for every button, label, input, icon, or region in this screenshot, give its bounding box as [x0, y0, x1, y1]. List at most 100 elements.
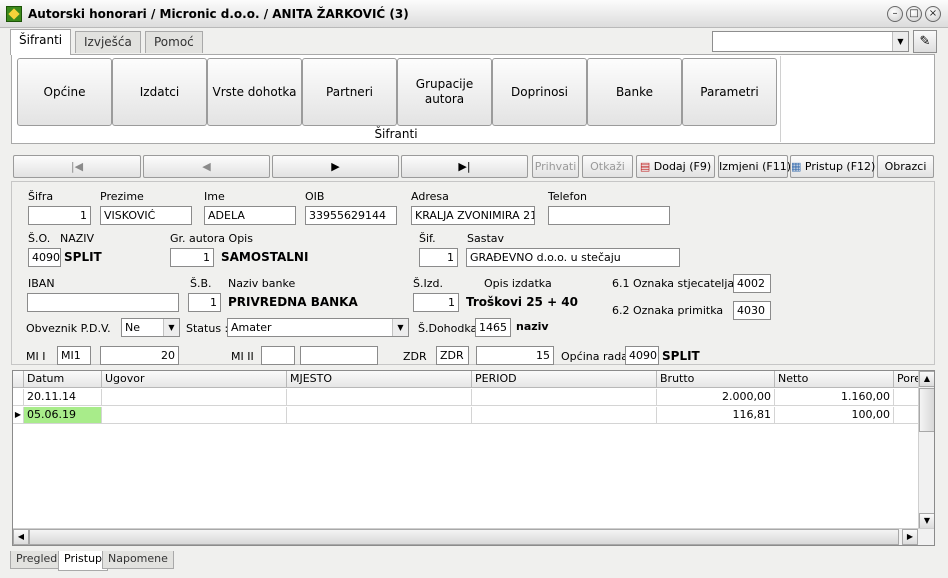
- sif-field[interactable]: 1: [419, 248, 458, 267]
- vertical-scroll-thumb[interactable]: [919, 388, 934, 432]
- status-value: Amater: [231, 321, 272, 334]
- first-record-button[interactable]: |◀: [13, 155, 141, 178]
- opcina-rada-field[interactable]: 4090: [625, 346, 659, 365]
- obrazci-button[interactable]: Obrazci: [877, 155, 934, 178]
- iban-label: IBAN: [28, 277, 55, 290]
- honorari-grid[interactable]: Datum Ugovor MJESTO PERIOD Brutto Netto …: [12, 370, 935, 546]
- pin-icon[interactable]: ✎: [913, 30, 937, 53]
- table-row-mjesto[interactable]: [287, 407, 472, 424]
- column-header-period[interactable]: PERIOD: [472, 371, 657, 388]
- sdohodka-field[interactable]: 1465: [475, 318, 511, 337]
- sdohodka-naziv: naziv: [516, 320, 549, 333]
- column-header-netto[interactable]: Netto: [775, 371, 894, 388]
- telefon-field[interactable]: [548, 206, 670, 225]
- gr-autora-opis: SAMOSTALNI: [221, 250, 309, 264]
- scroll-right-icon[interactable]: ▶: [902, 529, 918, 545]
- table-row-datum[interactable]: 20.11.14: [24, 389, 102, 406]
- sdohodka-label: Š.Dohodka: [418, 322, 478, 335]
- prezime-field[interactable]: VISKOVIĆ: [100, 206, 192, 225]
- vertical-scrollbar[interactable]: ▲ ▼: [918, 371, 934, 529]
- oib-field[interactable]: 33955629144: [305, 206, 397, 225]
- chevron-down-icon[interactable]: ▼: [163, 319, 179, 336]
- current-row-icon: ▶: [13, 407, 24, 424]
- sifra-field[interactable]: 1: [28, 206, 91, 225]
- mi1-value-field[interactable]: 20: [100, 346, 179, 365]
- column-header-brutto[interactable]: Brutto: [657, 371, 775, 388]
- grupacije-autora-button[interactable]: Grupacije autora: [397, 58, 492, 126]
- doprinosi-button[interactable]: Doprinosi: [492, 58, 587, 126]
- naziv-banke: PRIVREDNA BANKA: [228, 295, 358, 309]
- tab-napomene[interactable]: Napomene: [102, 551, 174, 569]
- table-row-porez[interactable]: [894, 407, 919, 424]
- iban-field[interactable]: [27, 293, 179, 312]
- tab-izvjesca[interactable]: Izvješća: [75, 31, 141, 53]
- mi2-value-field[interactable]: [300, 346, 378, 365]
- table-row-netto[interactable]: 1.160,00: [775, 389, 894, 406]
- so-label: Š.O.: [28, 232, 51, 245]
- sastav-field[interactable]: GRAĐEVNO d.o.o. u stečaju: [466, 248, 680, 267]
- zdr-code-field[interactable]: ZDR: [436, 346, 469, 365]
- column-header-mjesto[interactable]: MJESTO: [287, 371, 472, 388]
- adresa-field[interactable]: KRALJA ZVONIMIRA 21: [411, 206, 535, 225]
- parametri-button[interactable]: Parametri: [682, 58, 777, 126]
- tab-pristup[interactable]: Pristup: [58, 551, 109, 571]
- mi2-code-field[interactable]: [261, 346, 295, 365]
- table-row-ugovor[interactable]: [102, 389, 287, 406]
- table-row-mjesto[interactable]: [287, 389, 472, 406]
- maximize-icon[interactable]: □: [906, 6, 922, 22]
- banke-button[interactable]: Banke: [587, 58, 682, 126]
- scroll-down-icon[interactable]: ▼: [919, 513, 934, 529]
- table-row-brutto[interactable]: 2.000,00: [657, 389, 775, 406]
- opcine-button[interactable]: Općine: [17, 58, 112, 126]
- oznaka-primitka-field[interactable]: 4030: [733, 301, 771, 320]
- dodaj-button[interactable]: ▤ Dodaj (F9): [636, 155, 715, 178]
- ime-field[interactable]: ADELA: [204, 206, 296, 225]
- otkazi-button[interactable]: Otkaži: [582, 155, 633, 178]
- table-row-ugovor[interactable]: [102, 407, 287, 424]
- partneri-button[interactable]: Partneri: [302, 58, 397, 126]
- tab-sifranti[interactable]: Šifranti: [10, 29, 72, 55]
- tab-pregled[interactable]: Pregled: [10, 551, 64, 569]
- obveznik-pdv-select[interactable]: Ne ▼: [121, 318, 180, 337]
- scroll-left-icon[interactable]: ◀: [13, 529, 29, 545]
- tab-pomoc[interactable]: Pomoć: [145, 31, 203, 53]
- vrste-dohotka-button[interactable]: Vrste dohotka: [207, 58, 302, 126]
- next-record-button[interactable]: ▶: [272, 155, 399, 178]
- chevron-down-icon[interactable]: ▼: [892, 32, 908, 51]
- minimize-icon[interactable]: –: [887, 6, 903, 22]
- oznaka-stjecatelja-field[interactable]: 4002: [733, 274, 771, 293]
- table-row-porez[interactable]: [894, 389, 919, 406]
- izdatci-button[interactable]: Izdatci: [112, 58, 207, 126]
- horizontal-scroll-thumb[interactable]: [29, 529, 899, 545]
- ime-label: Ime: [204, 190, 225, 203]
- sizd-field[interactable]: 1: [413, 293, 459, 312]
- horizontal-scrollbar[interactable]: ◀ ▶: [13, 528, 934, 545]
- column-header-porez[interactable]: Porez: [894, 371, 919, 388]
- prihvati-button[interactable]: Prihvati: [532, 155, 579, 178]
- prev-record-button[interactable]: ◀: [143, 155, 270, 178]
- quick-search-combo[interactable]: ▼: [712, 31, 909, 52]
- close-icon[interactable]: ×: [925, 6, 941, 22]
- mi1-code-field[interactable]: MI1: [57, 346, 91, 365]
- table-row-datum[interactable]: 05.06.19: [24, 407, 102, 424]
- column-header-ugovor[interactable]: Ugovor: [102, 371, 287, 388]
- gr-autora-field[interactable]: 1: [170, 248, 214, 267]
- sastav-label: Sastav: [467, 232, 505, 245]
- last-record-button[interactable]: ▶|: [401, 155, 528, 178]
- izmjeni-button[interactable]: Izmjeni (F11): [718, 155, 791, 178]
- column-header-datum[interactable]: Datum: [24, 371, 102, 388]
- status-select[interactable]: Amater ▼: [227, 318, 409, 337]
- zdr-value-field[interactable]: 15: [476, 346, 554, 365]
- dodaj-label: Dodaj (F9): [653, 160, 712, 173]
- sb-field[interactable]: 1: [188, 293, 221, 312]
- opcina-rada-naziv: SPLIT: [662, 349, 700, 363]
- table-row-period[interactable]: [472, 407, 657, 424]
- zdr-label: ZDR: [403, 350, 427, 363]
- pristup-button[interactable]: ▦ Pristup (F12): [790, 155, 875, 178]
- table-row-period[interactable]: [472, 389, 657, 406]
- table-row-brutto[interactable]: 116,81: [657, 407, 775, 424]
- chevron-down-icon[interactable]: ▼: [392, 319, 408, 336]
- table-row-netto[interactable]: 100,00: [775, 407, 894, 424]
- so-field[interactable]: 4090: [28, 248, 61, 267]
- scroll-up-icon[interactable]: ▲: [919, 371, 934, 387]
